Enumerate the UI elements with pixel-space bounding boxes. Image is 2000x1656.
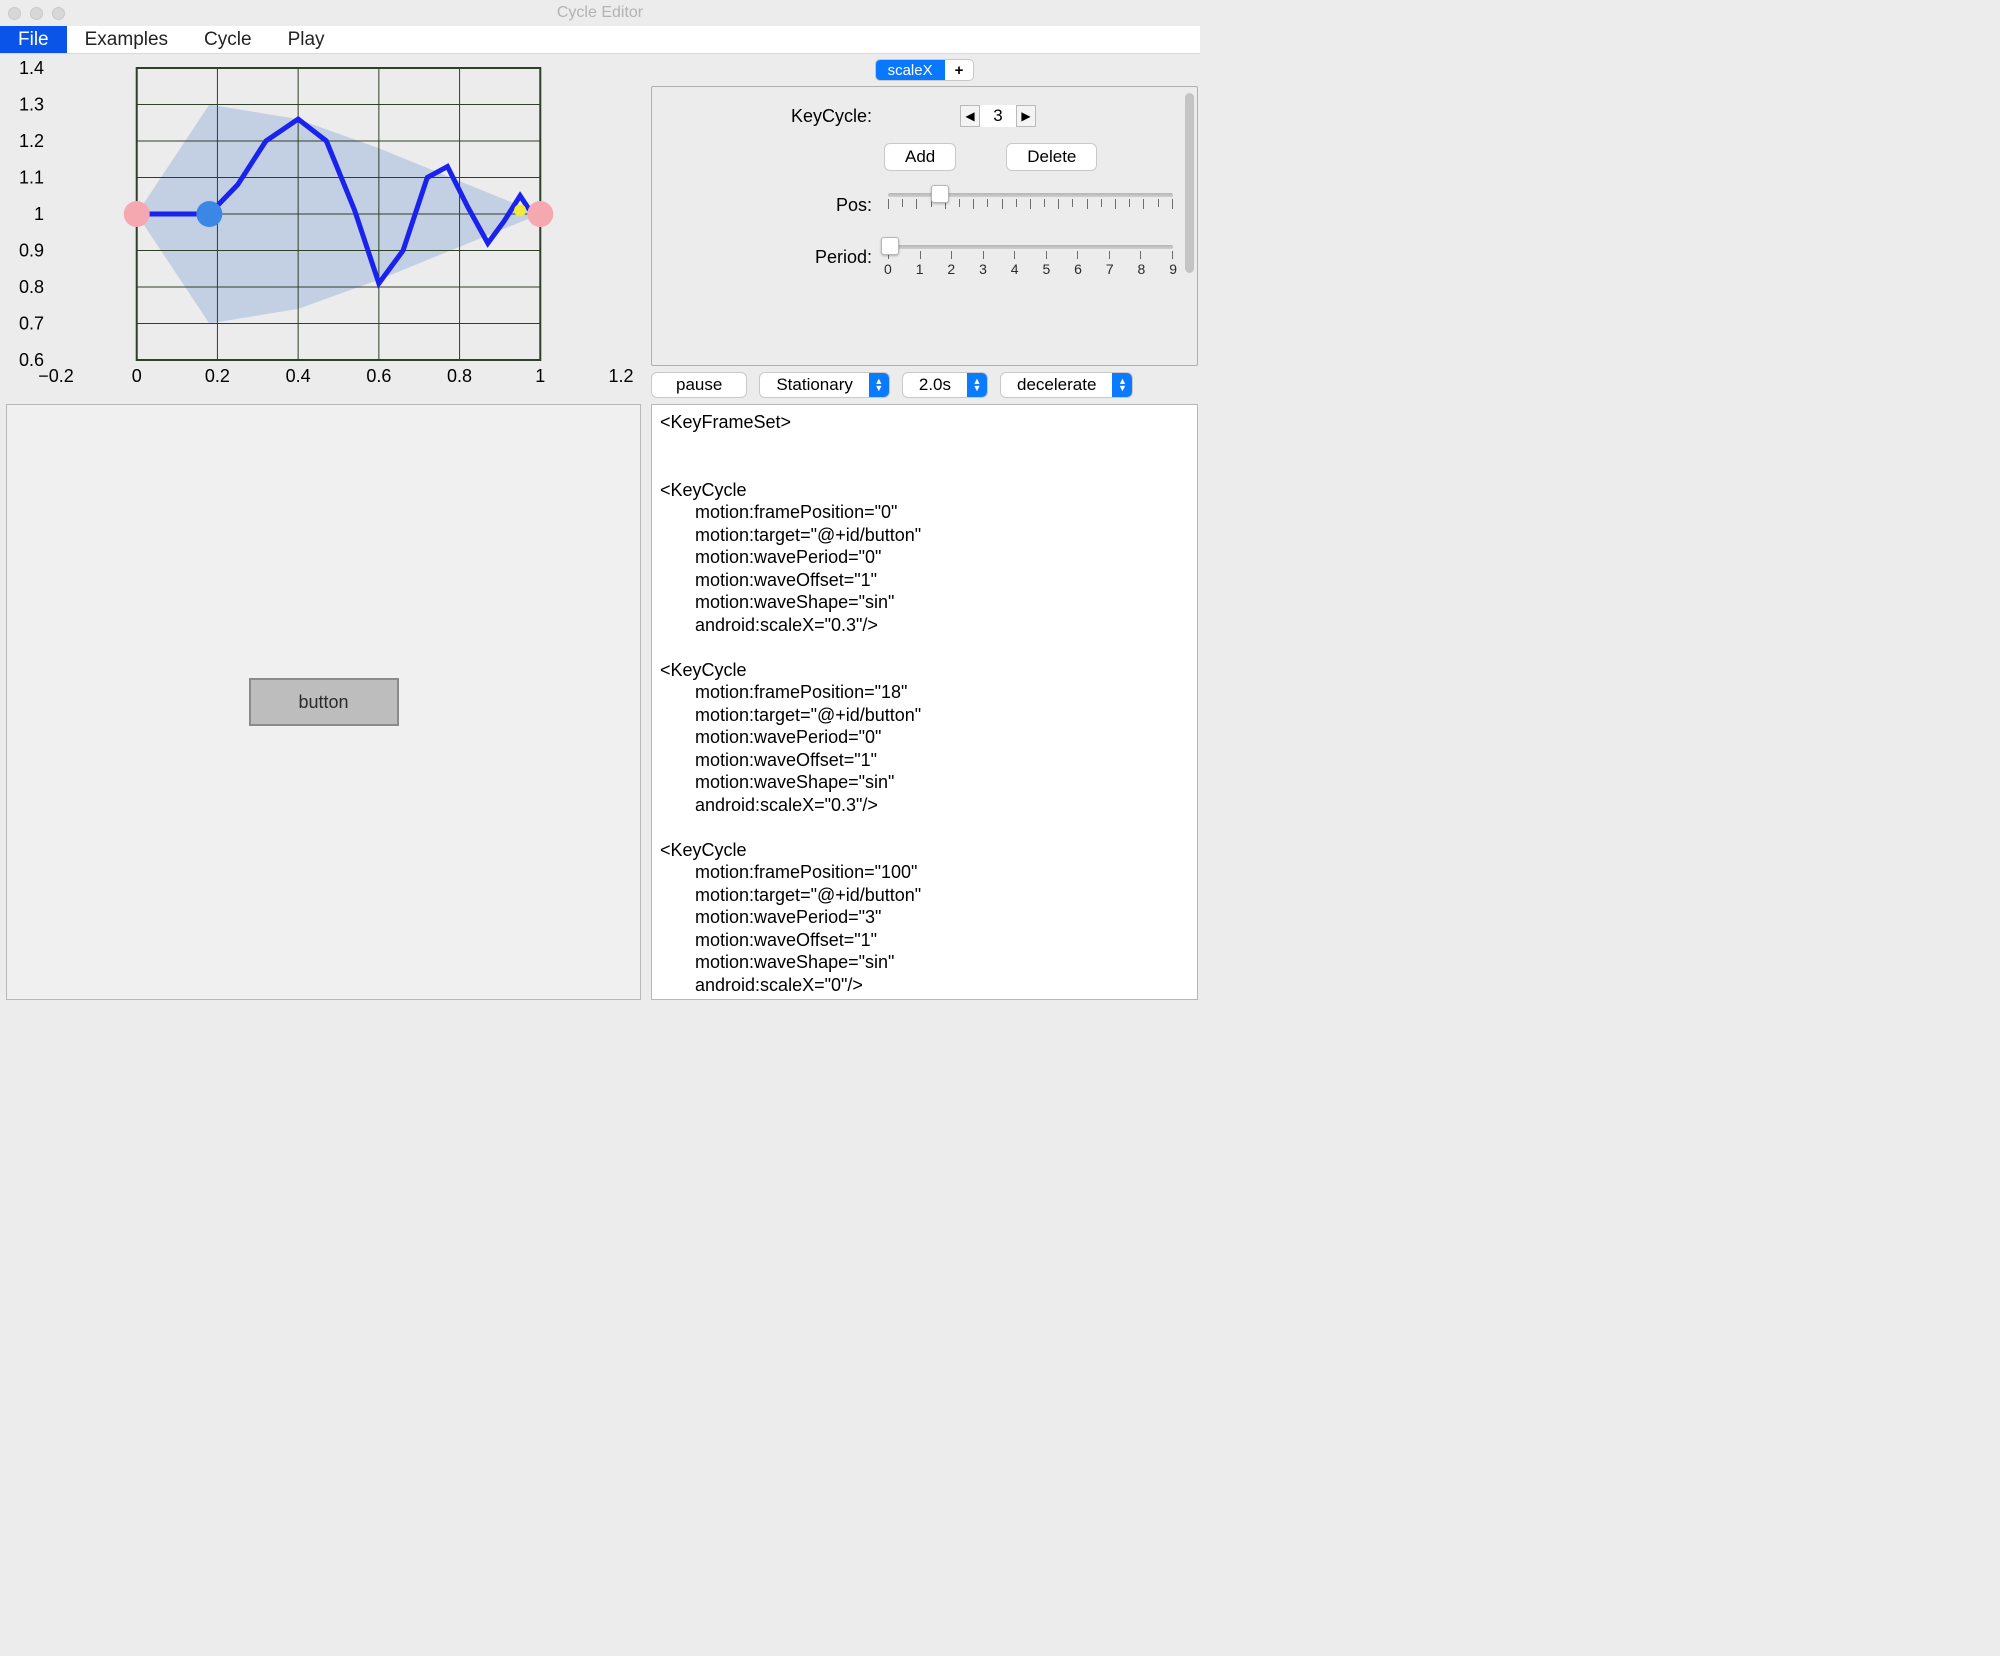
svg-text:0.4: 0.4	[286, 366, 311, 386]
easing-select[interactable]: decelerate ▲▼	[1000, 372, 1133, 398]
keycycle-label: KeyCycle:	[672, 106, 872, 127]
tab-add[interactable]: +	[945, 60, 974, 80]
properties-panel: scaleX + KeyCycle: ◀ 3 ▶ Add Delete Pos:	[651, 58, 1198, 398]
pos-thumb[interactable]	[931, 185, 949, 203]
stepper-prev-icon[interactable]: ◀	[960, 105, 980, 127]
menu-cycle[interactable]: Cycle	[186, 26, 270, 53]
svg-text:1.3: 1.3	[19, 95, 44, 115]
scrollbar[interactable]	[1185, 93, 1194, 273]
period-label: Period:	[672, 247, 872, 268]
add-button[interactable]: Add	[884, 143, 956, 171]
svg-text:0.9: 0.9	[19, 241, 44, 261]
tab-scalex[interactable]: scaleX	[876, 60, 945, 80]
svg-text:0.6: 0.6	[366, 366, 391, 386]
keycycle-value: 3	[980, 105, 1016, 127]
keycycle-stepper[interactable]: ◀ 3 ▶	[960, 105, 1036, 127]
duration-value: 2.0s	[903, 375, 967, 395]
pos-label: Pos:	[672, 195, 872, 216]
chevron-updown-icon: ▲▼	[1112, 373, 1132, 397]
chart-panel: −0.200.20.40.60.811.20.60.70.80.911.11.2…	[6, 58, 641, 398]
period-thumb[interactable]	[881, 237, 899, 255]
svg-text:0.2: 0.2	[205, 366, 230, 386]
menubar: File Examples Cycle Play	[0, 26, 1200, 54]
svg-text:0: 0	[132, 366, 142, 386]
xml-output[interactable]: <KeyFrameSet> <KeyCycle motion:framePosi…	[651, 404, 1198, 1000]
preview-button[interactable]: button	[249, 678, 399, 726]
svg-text:0.8: 0.8	[447, 366, 472, 386]
svg-text:1: 1	[535, 366, 545, 386]
duration-select[interactable]: 2.0s ▲▼	[902, 372, 988, 398]
playback-row: pause Stationary ▲▼ 2.0s ▲▼ decelerate ▲…	[651, 370, 1198, 398]
chevron-updown-icon: ▲▼	[967, 373, 987, 397]
mode-value: Stationary	[760, 375, 869, 395]
menu-play[interactable]: Play	[270, 26, 343, 53]
menu-file[interactable]: File	[0, 26, 67, 53]
svg-text:1.4: 1.4	[19, 58, 44, 78]
preview-panel: button	[6, 404, 641, 1000]
stepper-next-icon[interactable]: ▶	[1016, 105, 1036, 127]
svg-text:0.7: 0.7	[19, 314, 44, 334]
pos-slider[interactable]	[884, 187, 1177, 223]
chart-svg[interactable]: −0.200.20.40.60.811.20.60.70.80.911.11.2…	[6, 58, 641, 398]
svg-text:1: 1	[34, 204, 44, 224]
mode-select[interactable]: Stationary ▲▼	[759, 372, 890, 398]
svg-text:1.1: 1.1	[19, 168, 44, 188]
menu-examples[interactable]: Examples	[67, 26, 186, 53]
pause-button[interactable]: pause	[651, 372, 747, 398]
delete-button[interactable]: Delete	[1006, 143, 1097, 171]
svg-text:0.8: 0.8	[19, 277, 44, 297]
easing-value: decelerate	[1001, 375, 1112, 395]
chevron-updown-icon: ▲▼	[869, 373, 889, 397]
titlebar: Cycle Editor	[0, 0, 1200, 26]
tab-strip: scaleX +	[651, 58, 1198, 82]
period-slider[interactable]: 0123456789	[884, 239, 1177, 275]
svg-text:0.6: 0.6	[19, 350, 44, 370]
svg-text:1.2: 1.2	[19, 131, 44, 151]
svg-text:1.2: 1.2	[608, 366, 633, 386]
properties-box: KeyCycle: ◀ 3 ▶ Add Delete Pos:	[651, 86, 1198, 366]
window-title: Cycle Editor	[0, 4, 1200, 22]
